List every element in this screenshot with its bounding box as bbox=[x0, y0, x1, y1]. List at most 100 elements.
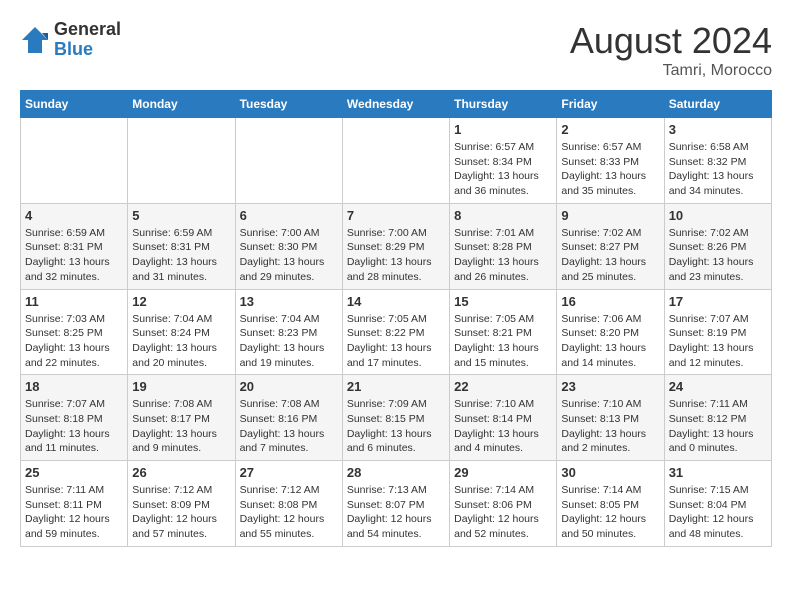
day-cell: 3 Sunrise: 6:58 AM Sunset: 8:32 PM Daylig… bbox=[664, 118, 771, 204]
day-info: Sunrise: 7:10 AM Sunset: 8:14 PM Dayligh… bbox=[454, 397, 552, 456]
day-info: Sunrise: 7:00 AM Sunset: 8:29 PM Dayligh… bbox=[347, 226, 445, 285]
day-info: Sunrise: 7:10 AM Sunset: 8:13 PM Dayligh… bbox=[561, 397, 659, 456]
day-number: 11 bbox=[25, 294, 123, 309]
day-info: Sunrise: 7:14 AM Sunset: 8:05 PM Dayligh… bbox=[561, 483, 659, 542]
day-number: 2 bbox=[561, 122, 659, 137]
day-cell bbox=[235, 118, 342, 204]
day-info: Sunrise: 7:05 AM Sunset: 8:22 PM Dayligh… bbox=[347, 312, 445, 371]
day-number: 19 bbox=[132, 379, 230, 394]
day-number: 23 bbox=[561, 379, 659, 394]
day-cell: 26Sunrise: 7:12 AM Sunset: 8:09 PM Dayli… bbox=[128, 461, 235, 547]
calendar-body: 1Sunrise: 6:57 AM Sunset: 8:34 PM Daylig… bbox=[21, 118, 772, 547]
day-cell: 13 Sunrise: 7:04 AM Sunset: 8:23 PM Dayli… bbox=[235, 289, 342, 375]
day-number: 17 bbox=[669, 294, 767, 309]
day-number: 25 bbox=[25, 465, 123, 480]
logo-text: General Blue bbox=[54, 20, 121, 60]
day-number: 13 bbox=[240, 294, 338, 309]
header-row: SundayMondayTuesdayWednesdayThursdayFrid… bbox=[21, 91, 772, 118]
day-info: Sunrise: 7:09 AM Sunset: 8:15 PM Dayligh… bbox=[347, 397, 445, 456]
day-number: 6 bbox=[240, 208, 338, 223]
header-day-thursday: Thursday bbox=[450, 91, 557, 118]
page-header: General Blue August 2024 Tamri, Morocco bbox=[20, 20, 772, 80]
week-row-3: 11 Sunrise: 7:03 AM Sunset: 8:25 PM Dayli… bbox=[21, 289, 772, 375]
day-info: Sunrise: 7:11 AM Sunset: 8:11 PM Dayligh… bbox=[25, 483, 123, 542]
day-number: 8 bbox=[454, 208, 552, 223]
day-info: Sunrise: 7:03 AM Sunset: 8:25 PM Dayligh… bbox=[25, 312, 123, 371]
day-info: Sunrise: 7:00 AM Sunset: 8:30 PM Dayligh… bbox=[240, 226, 338, 285]
header-day-tuesday: Tuesday bbox=[235, 91, 342, 118]
day-cell: 20Sunrise: 7:08 AM Sunset: 8:16 PM Dayli… bbox=[235, 375, 342, 461]
calendar-table: SundayMondayTuesdayWednesdayThursdayFrid… bbox=[20, 90, 772, 547]
day-info: Sunrise: 6:57 AM Sunset: 8:33 PM Dayligh… bbox=[561, 140, 659, 199]
header-day-friday: Friday bbox=[557, 91, 664, 118]
day-cell: 7 Sunrise: 7:00 AM Sunset: 8:29 PM Daylig… bbox=[342, 203, 449, 289]
day-number: 3 bbox=[669, 122, 767, 137]
day-number: 14 bbox=[347, 294, 445, 309]
day-cell: 24 Sunrise: 7:11 AM Sunset: 8:12 PM Dayli… bbox=[664, 375, 771, 461]
day-cell: 14 Sunrise: 7:05 AM Sunset: 8:22 PM Dayli… bbox=[342, 289, 449, 375]
day-cell: 21 Sunrise: 7:09 AM Sunset: 8:15 PM Dayli… bbox=[342, 375, 449, 461]
day-info: Sunrise: 7:04 AM Sunset: 8:24 PM Dayligh… bbox=[132, 312, 230, 371]
day-info: Sunrise: 7:02 AM Sunset: 8:26 PM Dayligh… bbox=[669, 226, 767, 285]
day-cell: 17 Sunrise: 7:07 AM Sunset: 8:19 PM Dayli… bbox=[664, 289, 771, 375]
day-cell: 5Sunrise: 6:59 AM Sunset: 8:31 PM Daylig… bbox=[128, 203, 235, 289]
day-cell: 1Sunrise: 6:57 AM Sunset: 8:34 PM Daylig… bbox=[450, 118, 557, 204]
day-cell: 16Sunrise: 7:06 AM Sunset: 8:20 PM Dayli… bbox=[557, 289, 664, 375]
day-number: 7 bbox=[347, 208, 445, 223]
day-cell: 18 Sunrise: 7:07 AM Sunset: 8:18 PM Dayli… bbox=[21, 375, 128, 461]
day-info: Sunrise: 7:12 AM Sunset: 8:08 PM Dayligh… bbox=[240, 483, 338, 542]
day-number: 10 bbox=[669, 208, 767, 223]
header-day-wednesday: Wednesday bbox=[342, 91, 449, 118]
day-number: 5 bbox=[132, 208, 230, 223]
week-row-1: 1Sunrise: 6:57 AM Sunset: 8:34 PM Daylig… bbox=[21, 118, 772, 204]
day-info: Sunrise: 6:58 AM Sunset: 8:32 PM Dayligh… bbox=[669, 140, 767, 199]
day-cell: 30 Sunrise: 7:14 AM Sunset: 8:05 PM Dayli… bbox=[557, 461, 664, 547]
logo-icon bbox=[20, 25, 50, 55]
day-info: Sunrise: 7:15 AM Sunset: 8:04 PM Dayligh… bbox=[669, 483, 767, 542]
day-cell: 11 Sunrise: 7:03 AM Sunset: 8:25 PM Dayli… bbox=[21, 289, 128, 375]
day-number: 29 bbox=[454, 465, 552, 480]
logo: General Blue bbox=[20, 20, 121, 60]
day-cell: 2 Sunrise: 6:57 AM Sunset: 8:33 PM Daylig… bbox=[557, 118, 664, 204]
day-cell: 9Sunrise: 7:02 AM Sunset: 8:27 PM Daylig… bbox=[557, 203, 664, 289]
day-info: Sunrise: 7:13 AM Sunset: 8:07 PM Dayligh… bbox=[347, 483, 445, 542]
day-cell: 19 Sunrise: 7:08 AM Sunset: 8:17 PM Dayli… bbox=[128, 375, 235, 461]
day-number: 21 bbox=[347, 379, 445, 394]
day-info: Sunrise: 7:04 AM Sunset: 8:23 PM Dayligh… bbox=[240, 312, 338, 371]
day-info: Sunrise: 7:05 AM Sunset: 8:21 PM Dayligh… bbox=[454, 312, 552, 371]
day-number: 27 bbox=[240, 465, 338, 480]
day-info: Sunrise: 7:07 AM Sunset: 8:18 PM Dayligh… bbox=[25, 397, 123, 456]
header-day-sunday: Sunday bbox=[21, 91, 128, 118]
day-cell: 10 Sunrise: 7:02 AM Sunset: 8:26 PM Dayli… bbox=[664, 203, 771, 289]
day-number: 26 bbox=[132, 465, 230, 480]
week-row-2: 4 Sunrise: 6:59 AM Sunset: 8:31 PM Daylig… bbox=[21, 203, 772, 289]
day-number: 18 bbox=[25, 379, 123, 394]
day-number: 30 bbox=[561, 465, 659, 480]
day-number: 12 bbox=[132, 294, 230, 309]
day-number: 22 bbox=[454, 379, 552, 394]
logo-general-text: General bbox=[54, 20, 121, 40]
day-info: Sunrise: 7:11 AM Sunset: 8:12 PM Dayligh… bbox=[669, 397, 767, 456]
day-info: Sunrise: 7:08 AM Sunset: 8:17 PM Dayligh… bbox=[132, 397, 230, 456]
week-row-4: 18 Sunrise: 7:07 AM Sunset: 8:18 PM Dayli… bbox=[21, 375, 772, 461]
day-cell: 28Sunrise: 7:13 AM Sunset: 8:07 PM Dayli… bbox=[342, 461, 449, 547]
day-cell: 23 Sunrise: 7:10 AM Sunset: 8:13 PM Dayli… bbox=[557, 375, 664, 461]
header-day-monday: Monday bbox=[128, 91, 235, 118]
day-cell bbox=[21, 118, 128, 204]
day-cell: 4 Sunrise: 6:59 AM Sunset: 8:31 PM Daylig… bbox=[21, 203, 128, 289]
location-title: Tamri, Morocco bbox=[570, 62, 772, 80]
day-cell: 29Sunrise: 7:14 AM Sunset: 8:06 PM Dayli… bbox=[450, 461, 557, 547]
day-cell: 25 Sunrise: 7:11 AM Sunset: 8:11 PM Dayli… bbox=[21, 461, 128, 547]
day-cell: 6 Sunrise: 7:00 AM Sunset: 8:30 PM Daylig… bbox=[235, 203, 342, 289]
day-cell: 15Sunrise: 7:05 AM Sunset: 8:21 PM Dayli… bbox=[450, 289, 557, 375]
day-info: Sunrise: 7:01 AM Sunset: 8:28 PM Dayligh… bbox=[454, 226, 552, 285]
day-cell bbox=[128, 118, 235, 204]
day-info: Sunrise: 6:59 AM Sunset: 8:31 PM Dayligh… bbox=[25, 226, 123, 285]
day-number: 4 bbox=[25, 208, 123, 223]
day-number: 9 bbox=[561, 208, 659, 223]
day-info: Sunrise: 7:07 AM Sunset: 8:19 PM Dayligh… bbox=[669, 312, 767, 371]
day-cell bbox=[342, 118, 449, 204]
header-day-saturday: Saturday bbox=[664, 91, 771, 118]
day-number: 24 bbox=[669, 379, 767, 394]
day-cell: 27 Sunrise: 7:12 AM Sunset: 8:08 PM Dayli… bbox=[235, 461, 342, 547]
